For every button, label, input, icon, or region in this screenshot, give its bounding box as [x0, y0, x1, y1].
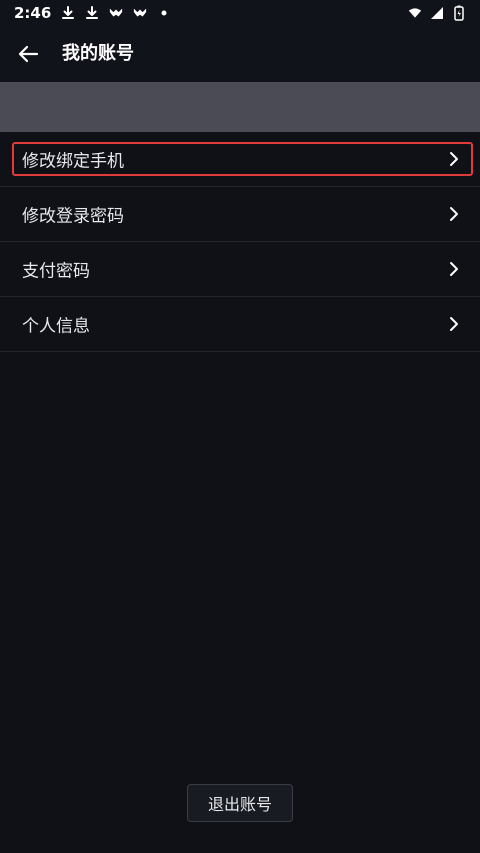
download-icon	[61, 6, 75, 20]
status-bar: 2:46	[0, 0, 480, 26]
account-options-list: 修改绑定手机 修改登录密码 支付密码 个人信息	[0, 132, 480, 352]
wifi-icon	[408, 6, 422, 20]
battery-icon	[452, 5, 466, 21]
list-item-label: 修改绑定手机	[22, 151, 124, 172]
list-item-change-phone[interactable]: 修改绑定手机	[0, 132, 480, 187]
app-icon	[109, 6, 123, 20]
app-bar: 我的账号	[0, 26, 480, 82]
dot-icon	[157, 6, 171, 20]
page-title: 我的账号	[62, 43, 134, 64]
list-item-personal-info[interactable]: 个人信息	[0, 297, 480, 352]
chevron-right-icon	[446, 206, 462, 222]
chevron-right-icon	[446, 151, 462, 167]
list-item-label: 支付密码	[22, 261, 90, 282]
download-icon	[85, 6, 99, 20]
chevron-right-icon	[446, 261, 462, 277]
back-button[interactable]	[10, 36, 46, 72]
list-item-label: 修改登录密码	[22, 206, 124, 227]
signal-icon	[430, 6, 444, 20]
list-item-label: 个人信息	[22, 316, 90, 337]
list-item-payment-password[interactable]: 支付密码	[0, 242, 480, 297]
chevron-right-icon	[446, 316, 462, 332]
app-icon	[133, 6, 147, 20]
status-time: 2:46	[14, 4, 52, 22]
arrow-left-icon	[18, 45, 39, 63]
status-left: 2:46	[14, 4, 171, 22]
logout-button[interactable]: 退出账号	[187, 784, 293, 822]
status-right	[408, 4, 466, 22]
banner	[0, 82, 480, 132]
list-item-change-login-password[interactable]: 修改登录密码	[0, 187, 480, 242]
